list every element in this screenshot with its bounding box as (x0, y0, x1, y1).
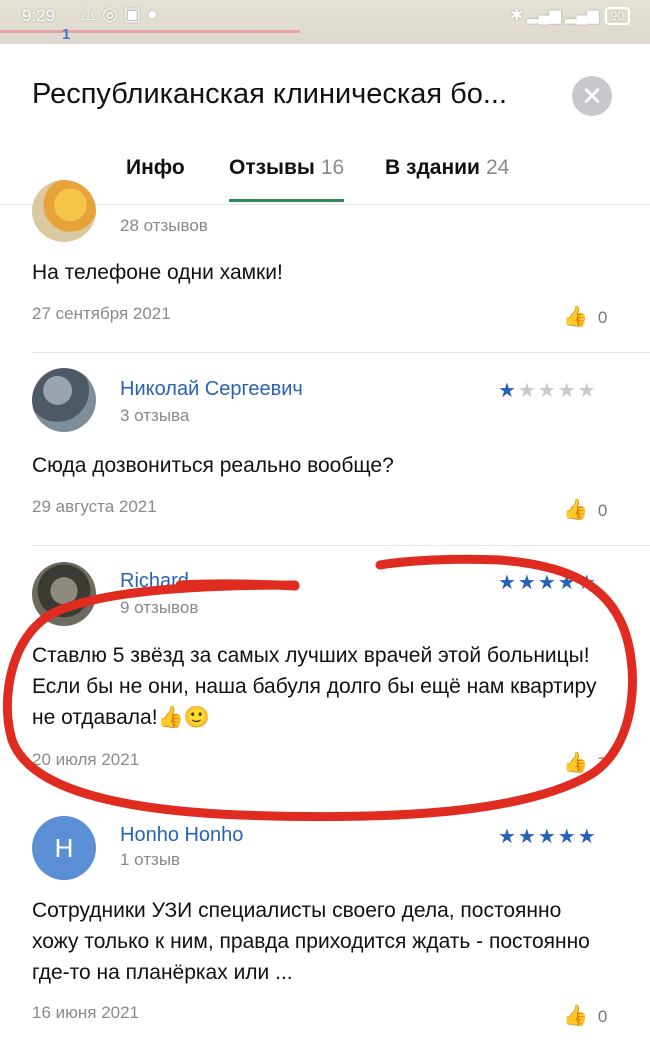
thumbs-up-icon: 👍 (563, 752, 588, 774)
status-time: 9:29 (22, 6, 56, 25)
review-author-count: 3 отзыва (120, 406, 190, 425)
review-date: 27 сентября 2021 (32, 304, 171, 323)
avatar-letter: H (54, 833, 74, 863)
review-author[interactable]: Honho Honho (120, 824, 243, 847)
battery-icon: 90 (604, 7, 630, 25)
rating-stars: ★★★★★ (498, 826, 598, 848)
divider (32, 545, 650, 546)
tabs-divider (0, 204, 650, 205)
avatar[interactable]: H (32, 816, 96, 880)
like-button[interactable]: 👍 7 (563, 750, 607, 775)
thumbs-up-icon: 👍 (563, 499, 588, 521)
close-button[interactable]: ✕ (572, 76, 612, 116)
tab-in-building[interactable]: В здании 24 (385, 156, 509, 202)
review-text: Сотрудники УЗИ специалисты своего дела, … (32, 899, 590, 984)
like-count: 0 (597, 501, 608, 520)
like-count: 7 (597, 754, 608, 773)
avatar[interactable] (32, 368, 96, 432)
tab-info[interactable]: Инфо (126, 156, 185, 202)
review-text: На телефоне одни хамки! (32, 261, 283, 284)
like-button[interactable]: 👍 0 (563, 304, 607, 329)
like-button[interactable]: 👍 0 (563, 1003, 607, 1028)
signal-icons: ✱ ▂▄▆ ▂▄▆ 90 (510, 6, 630, 25)
close-icon: ✕ (581, 81, 603, 111)
review-author[interactable]: Николай Сергеевич (120, 378, 303, 401)
avatar[interactable] (32, 180, 96, 242)
like-button[interactable]: 👍 0 (563, 497, 607, 522)
tab-reviews-count: 16 (320, 156, 345, 179)
review-date: 29 августа 2021 (32, 497, 157, 516)
review-text: Ставлю 5 звёзд за самых лучших врачей эт… (32, 644, 597, 729)
notification-icons: ⚠◎▣● (80, 4, 164, 24)
tab-in-building-label: В здании (385, 156, 480, 179)
review-author-count: 28 отзывов (120, 216, 208, 235)
tab-reviews[interactable]: Отзывы 16 (229, 156, 345, 202)
like-count: 0 (597, 1007, 608, 1026)
page-title: Республиканская клиническая бо... (32, 78, 508, 110)
divider (32, 352, 650, 353)
tab-in-building-count: 24 (485, 156, 510, 179)
status-bar: 9:29 ⚠◎▣● ✱ ▂▄▆ ▂▄▆ 90 1 (0, 0, 650, 44)
tab-reviews-label: Отзывы (229, 156, 315, 179)
review-date: 16 июня 2021 (32, 1003, 140, 1022)
avatar[interactable] (32, 562, 96, 626)
thumbs-up-icon: 👍 (563, 306, 588, 328)
tab-info-label: Инфо (126, 156, 185, 179)
review-author-count: 1 отзыв (120, 850, 181, 869)
rating-stars: ★★★★★ (498, 380, 598, 402)
review-date: 20 июля 2021 (32, 750, 140, 769)
review-author-count: 9 отзывов (120, 598, 199, 617)
map-marker-icon: 1 (62, 26, 71, 43)
review-text: Сюда дозвониться реально вообще? (32, 454, 394, 477)
review-author[interactable]: Richard (120, 570, 189, 593)
rating-stars: ★★★★★ (498, 572, 598, 594)
map-route-line (0, 30, 300, 40)
like-count: 0 (597, 308, 608, 327)
tab-bar: Инфо Отзывы 16 В здании 24 (0, 156, 650, 206)
thumbs-up-icon: 👍 (563, 1005, 588, 1027)
